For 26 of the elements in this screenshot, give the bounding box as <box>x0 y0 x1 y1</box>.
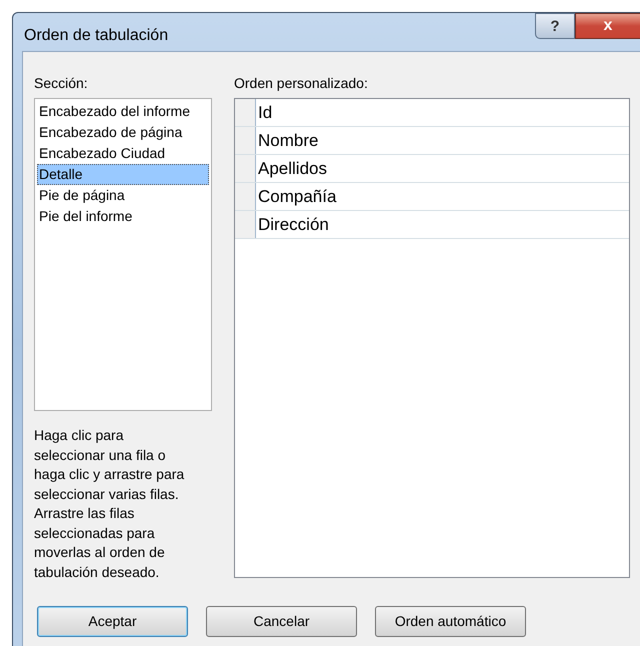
section-item[interactable]: Encabezado Ciudad <box>37 143 209 164</box>
row-selector[interactable] <box>235 155 256 182</box>
section-label: Sección: <box>34 75 89 92</box>
help-text: Haga clic para seleccionar una fila o haga clic y arrastre para seleccionar varias filas. Arrastre las filas seleccionadas para moverlas al orden de tabulación deseado. <box>34 426 186 582</box>
row-selector[interactable] <box>235 183 256 210</box>
field-name[interactable]: Id <box>256 99 272 126</box>
section-item[interactable]: Pie de página <box>37 185 209 206</box>
field-name[interactable]: Apellidos <box>256 155 327 182</box>
section-item[interactable]: Pie del informe <box>37 206 209 227</box>
section-item[interactable]: Encabezado de página <box>37 122 209 143</box>
dialog-button[interactable]: Aceptar <box>37 606 188 637</box>
custom-order-label: Orden personalizado: <box>234 75 369 92</box>
section-list[interactable]: Encabezado del informe Encabezado de página Encabezado Ciudad Detalle Pie de página Pie del informe <box>34 98 212 411</box>
field-name[interactable]: Dirección <box>256 211 329 238</box>
dialog-button[interactable]: Orden automático <box>375 606 526 637</box>
row-selector[interactable] <box>235 127 256 154</box>
row-selector[interactable] <box>235 211 256 238</box>
help-button[interactable]: ? <box>535 13 575 39</box>
field-name[interactable]: Compañía <box>256 183 336 210</box>
section-item[interactable]: Encabezado del informe <box>37 101 209 122</box>
window-title: Orden de tabulación <box>24 26 168 46</box>
section-item[interactable]: Detalle <box>37 164 209 185</box>
row-selector[interactable] <box>235 99 256 126</box>
close-button[interactable]: x <box>575 13 640 39</box>
dialog-button[interactable]: Cancelar <box>206 606 357 637</box>
field-name[interactable]: Nombre <box>256 127 318 154</box>
